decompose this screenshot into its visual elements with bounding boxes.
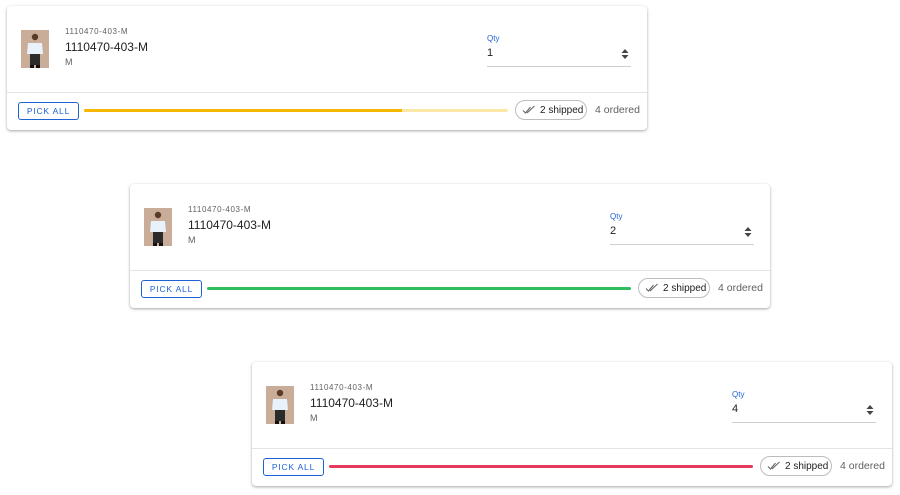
pick-all-button[interactable]: PICK ALL [141, 280, 202, 298]
sku-code: 1110470-403-M [65, 27, 129, 36]
up-down-stepper-icon[interactable] [620, 48, 630, 60]
qty-label: Qty [487, 34, 500, 43]
ordered-count: 4 ordered [595, 104, 640, 116]
double-check-icon [522, 105, 535, 114]
shipped-label: 2 shipped [785, 460, 829, 472]
pick-all-button[interactable]: PICK ALL [263, 458, 324, 476]
sku-code: 1110470-403-M [310, 383, 374, 392]
product-title: 1110470-403-M [310, 396, 393, 410]
order-line-card: 1110470-403-M 1110470-403-M M Qty 1 PICK… [7, 6, 647, 130]
divider [252, 448, 892, 449]
up-down-stepper-icon[interactable] [743, 226, 753, 238]
qty-label: Qty [732, 390, 745, 399]
double-check-icon [767, 461, 780, 470]
qty-field[interactable]: Qty 1 [487, 34, 631, 67]
shipped-chip[interactable]: 2 shipped [638, 278, 710, 298]
product-title: 1110470-403-M [188, 218, 271, 232]
divider [7, 92, 647, 93]
ordered-count: 4 ordered [840, 460, 885, 472]
product-title: 1110470-403-M [65, 40, 148, 54]
ordered-count: 4 ordered [718, 282, 763, 294]
double-check-icon [645, 283, 658, 292]
divider [130, 270, 770, 271]
pick-progress-bar [207, 287, 631, 290]
progress-fill [84, 109, 402, 112]
progress-fill [329, 465, 753, 468]
variant-size: M [188, 235, 196, 245]
qty-label: Qty [610, 212, 623, 221]
pick-all-button[interactable]: PICK ALL [18, 102, 79, 120]
order-line-card: 1110470-403-M 1110470-403-M M Qty 4 PICK… [252, 362, 892, 486]
product-photo-icon [266, 386, 294, 424]
progress-fill [207, 287, 631, 290]
shipped-label: 2 shipped [540, 104, 584, 116]
variant-size: M [65, 57, 73, 67]
shipped-chip[interactable]: 2 shipped [760, 456, 832, 476]
qty-input[interactable]: 4 [732, 403, 738, 415]
product-thumbnail [21, 30, 49, 68]
qty-input[interactable]: 2 [610, 225, 616, 237]
up-down-stepper-icon[interactable] [865, 404, 875, 416]
shipped-label: 2 shipped [663, 282, 707, 294]
order-line-card: 1110470-403-M 1110470-403-M M Qty 2 PICK… [130, 184, 770, 308]
qty-field[interactable]: Qty 4 [732, 390, 876, 423]
pick-progress-bar [329, 465, 753, 468]
product-photo-icon [144, 208, 172, 246]
sku-code: 1110470-403-M [188, 205, 252, 214]
shipped-chip[interactable]: 2 shipped [515, 100, 587, 120]
pick-progress-bar [84, 109, 508, 112]
product-thumbnail [266, 386, 294, 424]
variant-size: M [310, 413, 318, 423]
product-photo-icon [21, 30, 49, 68]
product-thumbnail [144, 208, 172, 246]
qty-field[interactable]: Qty 2 [610, 212, 754, 245]
qty-input[interactable]: 1 [487, 47, 493, 59]
